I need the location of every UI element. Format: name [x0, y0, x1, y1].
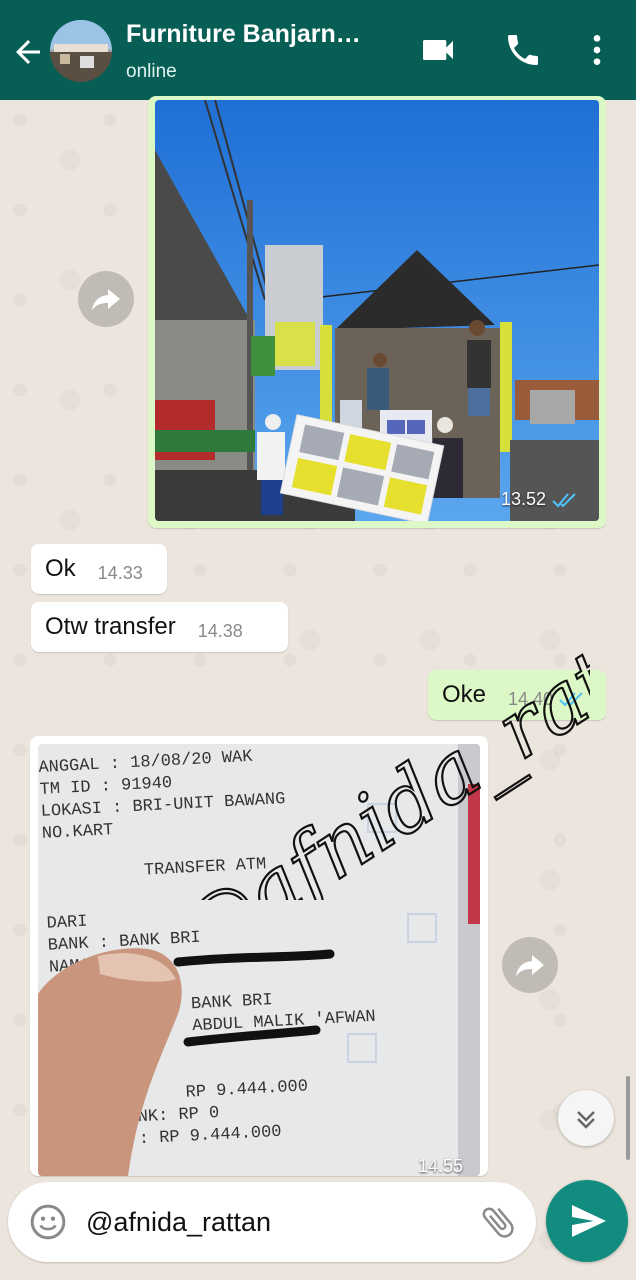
image-message[interactable]: 13.52: [148, 96, 606, 528]
phone-icon[interactable]: [503, 30, 543, 70]
double-check-icon: [552, 492, 576, 507]
message-time: 14.33: [97, 562, 143, 583]
send-button[interactable]: [546, 1180, 628, 1262]
forward-icon: [516, 955, 544, 977]
furniture-photo[interactable]: [155, 100, 599, 521]
emoji-icon[interactable]: [28, 1202, 68, 1242]
message-time: 14.38: [197, 620, 243, 641]
scrollbar[interactable]: [626, 1076, 630, 1160]
image-timestamp: 14.55: [418, 1156, 464, 1176]
contact-name[interactable]: Furniture Banjarn…: [126, 20, 402, 49]
scroll-to-bottom-button[interactable]: [558, 1090, 614, 1146]
message-text: Oke: [442, 681, 487, 708]
forward-button[interactable]: [502, 937, 558, 993]
message-time: 14.40: [508, 688, 554, 709]
arrow-left-icon[interactable]: [10, 34, 46, 70]
message-bubble-outgoing[interactable]: Oke 14.40: [428, 670, 606, 720]
chat-header: Furniture Banjarn… online: [0, 0, 636, 100]
contact-status: online: [126, 61, 177, 82]
redaction-marks: [38, 948, 335, 1176]
message-bubble-incoming[interactable]: Otw transfer 14.38: [31, 602, 288, 652]
message-input[interactable]: [86, 1200, 466, 1244]
message-text: Ok: [45, 555, 76, 582]
message-text: Otw transfer: [45, 613, 176, 640]
double-check-icon: [559, 692, 583, 707]
forward-icon: [92, 289, 120, 311]
forward-button[interactable]: [78, 271, 134, 327]
paperclip-icon[interactable]: [478, 1202, 518, 1242]
message-composer: [8, 1182, 536, 1262]
avatar[interactable]: [50, 20, 112, 82]
double-chevron-down-icon: [577, 1111, 595, 1129]
receipt-photo[interactable]: ANGGAL : 18/08/20 WAK TM ID : 91940 LOKA…: [38, 744, 480, 1176]
message-bubble-incoming[interactable]: Ok 14.33: [31, 544, 167, 594]
video-camera-icon[interactable]: [418, 30, 458, 70]
image-message[interactable]: ANGGAL : 18/08/20 WAK TM ID : 91940 LOKA…: [30, 736, 488, 1176]
more-vert-icon[interactable]: [577, 30, 617, 70]
send-icon: [572, 1205, 606, 1237]
image-timestamp: 13.52: [501, 489, 578, 510]
